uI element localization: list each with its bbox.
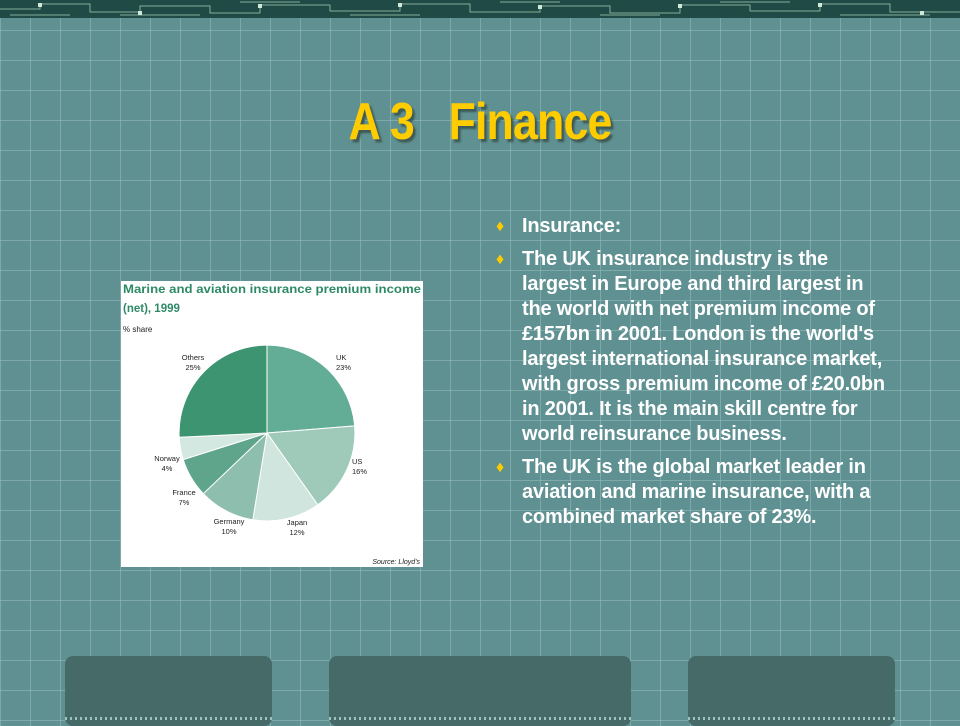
bullet-text: The UK is the global market leader in av… [522,456,871,528]
circuit-pattern-graphic [0,1,960,16]
slice-value-us: 16% [352,467,367,476]
footer-tab-right [688,656,895,726]
diamond-bullet-icon: ♦ [496,459,504,476]
slice-value-norway: 4% [162,464,173,473]
footer-tab-center [329,656,631,726]
slice-value-others: 25% [185,363,200,372]
chart-title-line2: (net), 1999 [123,303,180,315]
slice-label-japan: Japan [287,518,307,527]
slice-value-germany: 10% [221,527,236,536]
bullet-item-market-leader: ♦ The UK is the global market leader in … [496,455,896,530]
slice-label-uk: UK [336,353,346,362]
slice-label-us: US [352,457,362,466]
slide-title: A 3 Finance [348,93,612,151]
slice-label-norway: Norway [154,454,180,463]
diamond-bullet-icon: ♦ [496,251,504,268]
bullet-text: Insurance: [522,215,622,237]
bullet-item-uk-industry: ♦ The UK insurance industry is the large… [496,247,896,447]
slice-value-japan: 12% [289,528,304,537]
slice-value-france: 7% [179,498,190,507]
diamond-bullet-icon: ♦ [496,218,504,235]
chart-subtitle: % share [123,325,153,334]
bullet-list: ♦ Insurance: ♦ The UK insurance industry… [496,214,896,538]
slice-label-germany: Germany [214,517,245,526]
slice-label-others: Others [182,353,205,362]
footer-tab-left [65,656,272,726]
chart-title-line1: Marine and aviation insurance premium in… [123,284,421,296]
circuit-board-banner [0,0,960,18]
bullet-text: The UK insurance industry is the largest… [522,248,885,445]
bullet-item-insurance: ♦ Insurance: [496,214,896,239]
slice-value-uk: 23% [336,363,351,372]
slice-label-france: France [172,488,195,497]
pie-chart-panel: Marine and aviation insurance premium in… [121,281,423,567]
chart-source: Source: Lloyd's [372,559,420,566]
pie-chart: Marine and aviation insurance premium in… [123,284,421,566]
